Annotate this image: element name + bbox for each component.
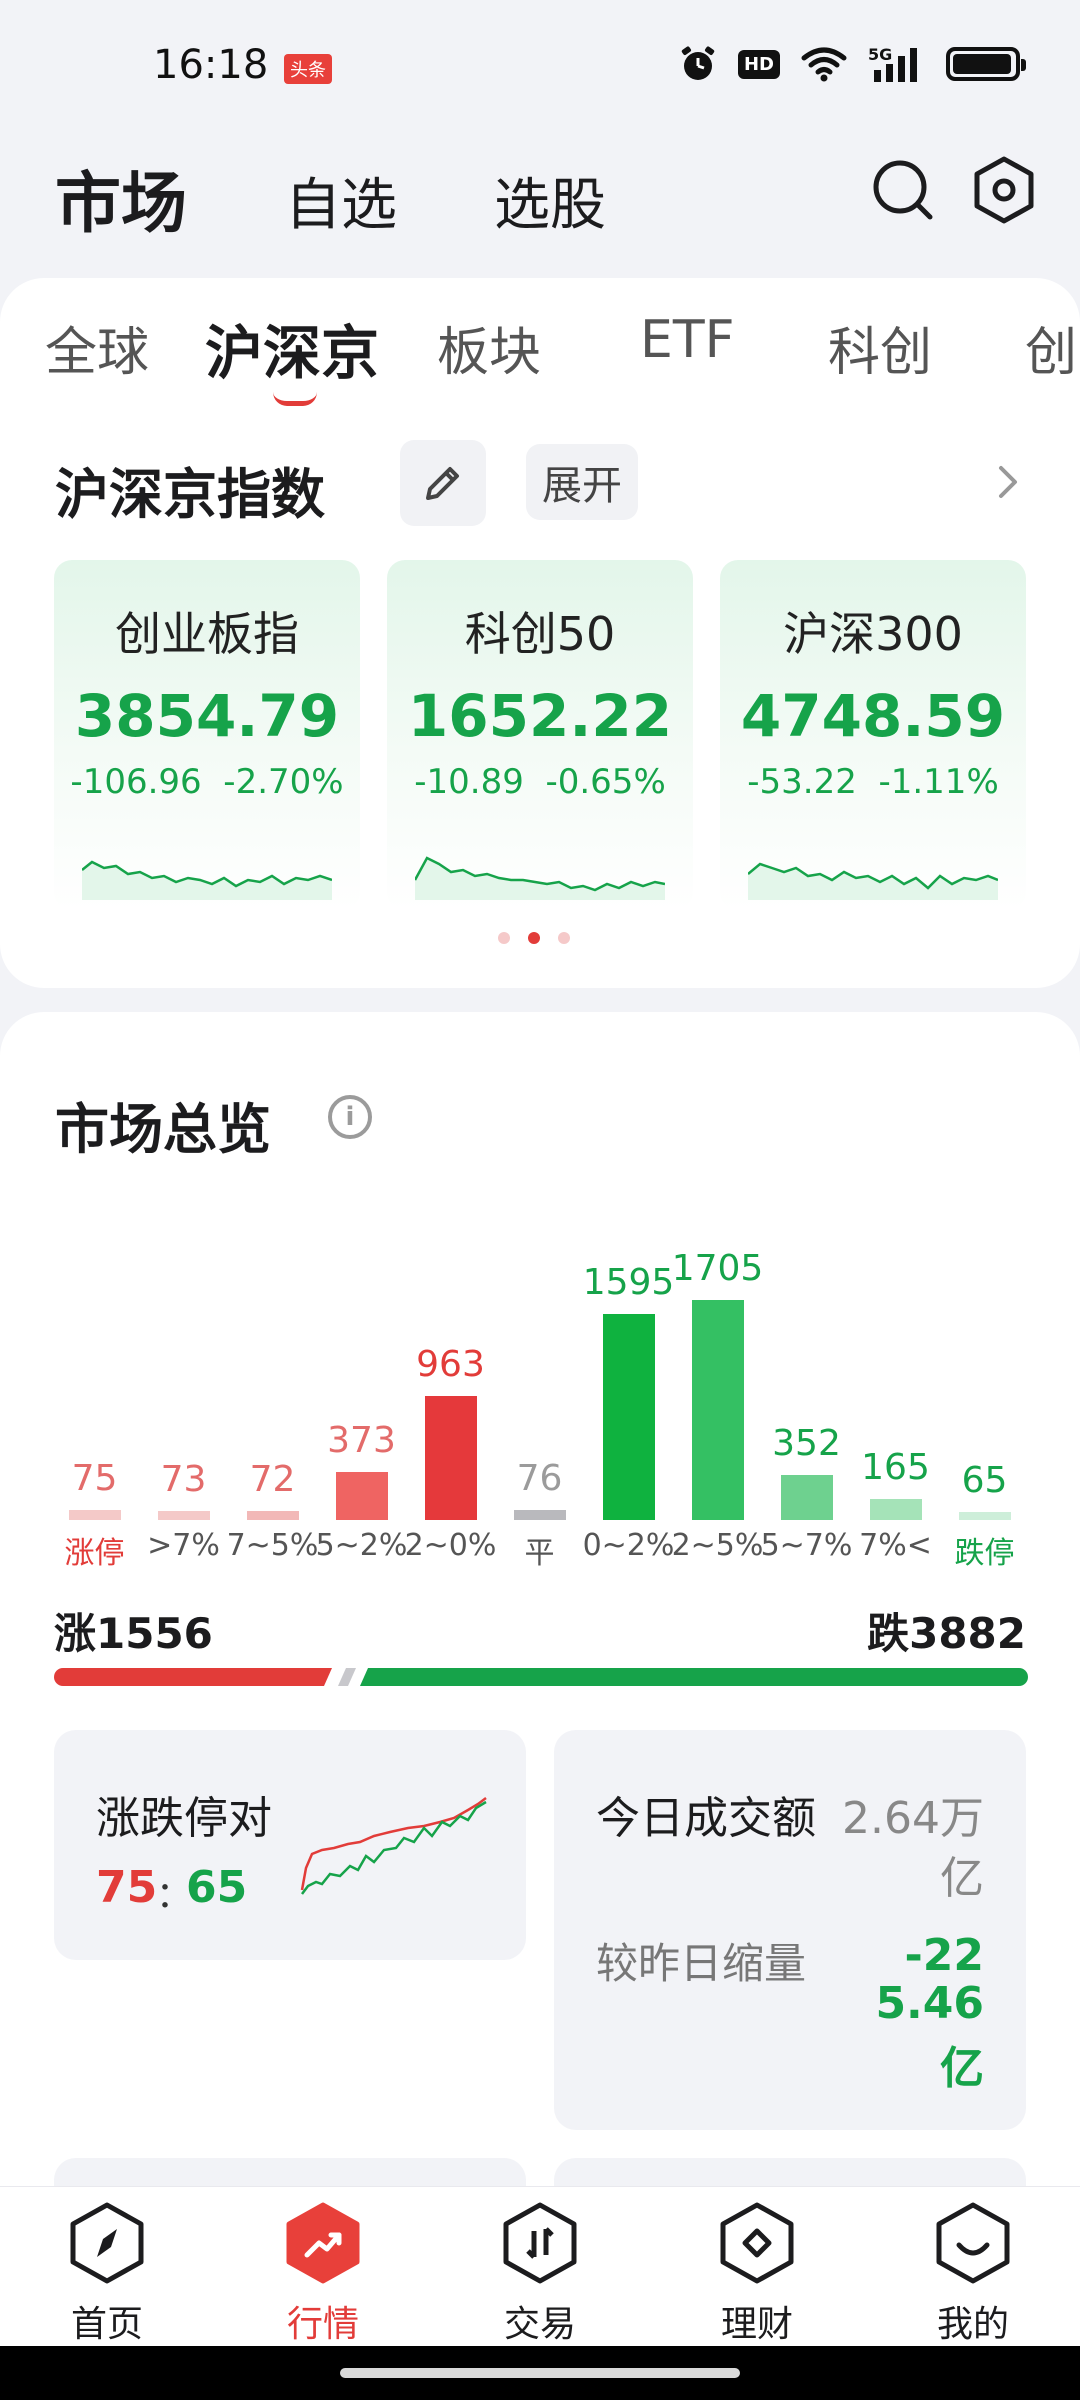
index-change: -106.96 -2.70% xyxy=(70,762,344,802)
category-tabs: 全球 沪深京 板块 ETF 科创 创 xyxy=(0,310,1080,410)
bar-9 xyxy=(869,1498,922,1520)
status-bar: 16:18 头条 HD 5G xyxy=(0,0,1080,120)
bar-value-label: 373 xyxy=(327,1419,396,1461)
index-change: -10.89 -0.65% xyxy=(414,762,666,802)
svg-text:5G: 5G xyxy=(868,45,892,64)
bar-8 xyxy=(780,1474,833,1520)
turnover-value: 2.64万 xyxy=(842,1793,984,1844)
bar-value-label: 963 xyxy=(416,1343,485,1385)
carousel-dot-active[interactable] xyxy=(528,932,540,944)
index-name: 沪深300 xyxy=(783,607,963,661)
tab-chinext[interactable]: 创 xyxy=(1025,310,1077,385)
bar-5 xyxy=(513,1510,566,1520)
tab-star-market[interactable]: 科创 xyxy=(828,310,932,385)
battery-icon xyxy=(946,44,1026,84)
bar-value-label: 76 xyxy=(516,1458,563,1500)
smile-icon xyxy=(936,2202,1010,2284)
news-badge: 头条 xyxy=(284,54,332,84)
expand-button[interactable]: 展开 xyxy=(526,444,638,520)
overview-title: 市场总览 xyxy=(55,1098,271,1161)
info-icon[interactable]: i xyxy=(328,1095,372,1139)
edit-button[interactable] xyxy=(400,440,486,526)
index-name: 科创50 xyxy=(464,607,616,661)
turnover-delta: -22 xyxy=(904,1930,985,1981)
tab-market[interactable]: 市场 xyxy=(55,150,187,246)
limit-up-count: 75 xyxy=(96,1862,158,1913)
limit-panel-title: 涨跌停对 xyxy=(96,1793,272,1844)
bar-7 xyxy=(691,1300,744,1520)
index-sparkline xyxy=(748,862,998,900)
turnover-panel[interactable]: 今日成交额 2.64万 亿 较昨日缩量 -22 5.46 亿 xyxy=(554,1730,1026,2130)
bar-value-label: 1705 xyxy=(671,1248,764,1289)
fall-count: 跌3882 xyxy=(867,1609,1026,1658)
status-time: 16:18 xyxy=(153,42,269,88)
tab-hushenjing[interactable]: 沪深京 xyxy=(205,306,379,390)
carousel-dot[interactable] xyxy=(558,932,570,944)
index-card-chinext[interactable]: 创业板指 3854.79 -106.96 -2.70% xyxy=(54,560,360,910)
rise-count: 涨1556 xyxy=(54,1609,213,1658)
tab-global[interactable]: 全球 xyxy=(45,310,149,385)
nav-trade[interactable]: 交易 xyxy=(470,2201,610,2347)
hd-indicator: HD xyxy=(737,49,780,79)
turnover-compare-label: 较昨日缩量 xyxy=(596,1939,807,1988)
search-icon[interactable] xyxy=(863,150,943,230)
alarm-icon xyxy=(678,44,718,84)
bar-6 xyxy=(602,1314,655,1520)
bar-4 xyxy=(424,1395,477,1520)
top-header: 市场 自选 选股 xyxy=(0,130,1080,260)
turnover-delta-unit: 亿 xyxy=(940,2043,984,2094)
compass-icon xyxy=(70,2202,144,2284)
nav-profile[interactable]: 我的 xyxy=(903,2201,1043,2347)
tab-stock-picker[interactable]: 选股 xyxy=(494,160,606,241)
bar-category-label: 跌停 xyxy=(954,1536,1015,1571)
exchange-icon xyxy=(503,2202,577,2284)
bar-value-label: 65 xyxy=(961,1459,1008,1501)
pencil-icon xyxy=(426,467,459,500)
index-card-star50[interactable]: 科创50 1652.22 -10.89 -0.65% xyxy=(387,560,693,910)
bar-value-label: 72 xyxy=(249,1458,296,1500)
index-change: -53.22 -1.11% xyxy=(747,762,999,802)
turnover-unit: 亿 xyxy=(940,1853,984,1904)
nav-wealth[interactable]: 理财 xyxy=(687,2201,827,2347)
index-value: 4748.59 xyxy=(740,682,1006,750)
distribution-bar-chart: 75 涨停 73 >7% 72 7~5% 373 5~2% 963 2~0% 76 平 1595 0~2%… xyxy=(0,1170,1080,1571)
rise-fall-ratio-bar xyxy=(54,1668,1028,1686)
bar-1 xyxy=(157,1510,210,1520)
settings-hex-icon[interactable] xyxy=(964,150,1044,230)
tab-watchlist[interactable]: 自选 xyxy=(285,160,397,241)
cellular-signal-icon: 5G xyxy=(868,44,926,84)
index-value: 1652.22 xyxy=(407,682,673,750)
index-sparkline xyxy=(82,860,332,900)
bar-3 xyxy=(335,1471,388,1520)
turnover-delta-cont: 5.46 xyxy=(875,1978,984,2029)
system-gesture-bar xyxy=(0,2346,1080,2400)
status-icons: HD 5G xyxy=(678,44,1026,84)
limit-trend-chart xyxy=(300,1797,487,1895)
index-card-csi300[interactable]: 沪深300 4748.59 -53.22 -1.11% xyxy=(720,560,1026,910)
index-name: 创业板指 xyxy=(115,607,299,661)
limit-down-count: 65 xyxy=(186,1862,248,1913)
index-section-title: 沪深京指数 xyxy=(55,463,325,526)
bar-2 xyxy=(246,1510,299,1520)
trend-up-icon xyxy=(286,2202,360,2284)
diamond-icon xyxy=(720,2202,794,2284)
tab-etf[interactable]: ETF xyxy=(640,310,735,370)
tab-sectors[interactable]: 板块 xyxy=(437,310,541,385)
nav-home[interactable]: 首页 xyxy=(37,2201,177,2347)
wifi-icon xyxy=(800,44,848,84)
nav-market[interactable]: 行情 xyxy=(253,2201,393,2347)
chevron-right-icon[interactable] xyxy=(995,462,1023,506)
bar-0 xyxy=(68,1510,121,1520)
index-sparkline xyxy=(415,856,665,900)
carousel-dot[interactable] xyxy=(498,932,510,944)
limit-up-down-panel[interactable]: 涨跌停对 75 ： 65 xyxy=(54,1730,526,1960)
bottom-navigation: 首页 行情 交易 理财 我的 xyxy=(0,2186,1080,2346)
carousel-dots xyxy=(498,932,570,944)
index-value: 3854.79 xyxy=(74,682,340,750)
bar-10 xyxy=(958,1511,1011,1520)
home-indicator[interactable] xyxy=(340,2368,740,2378)
turnover-title: 今日成交额 xyxy=(596,1793,816,1844)
